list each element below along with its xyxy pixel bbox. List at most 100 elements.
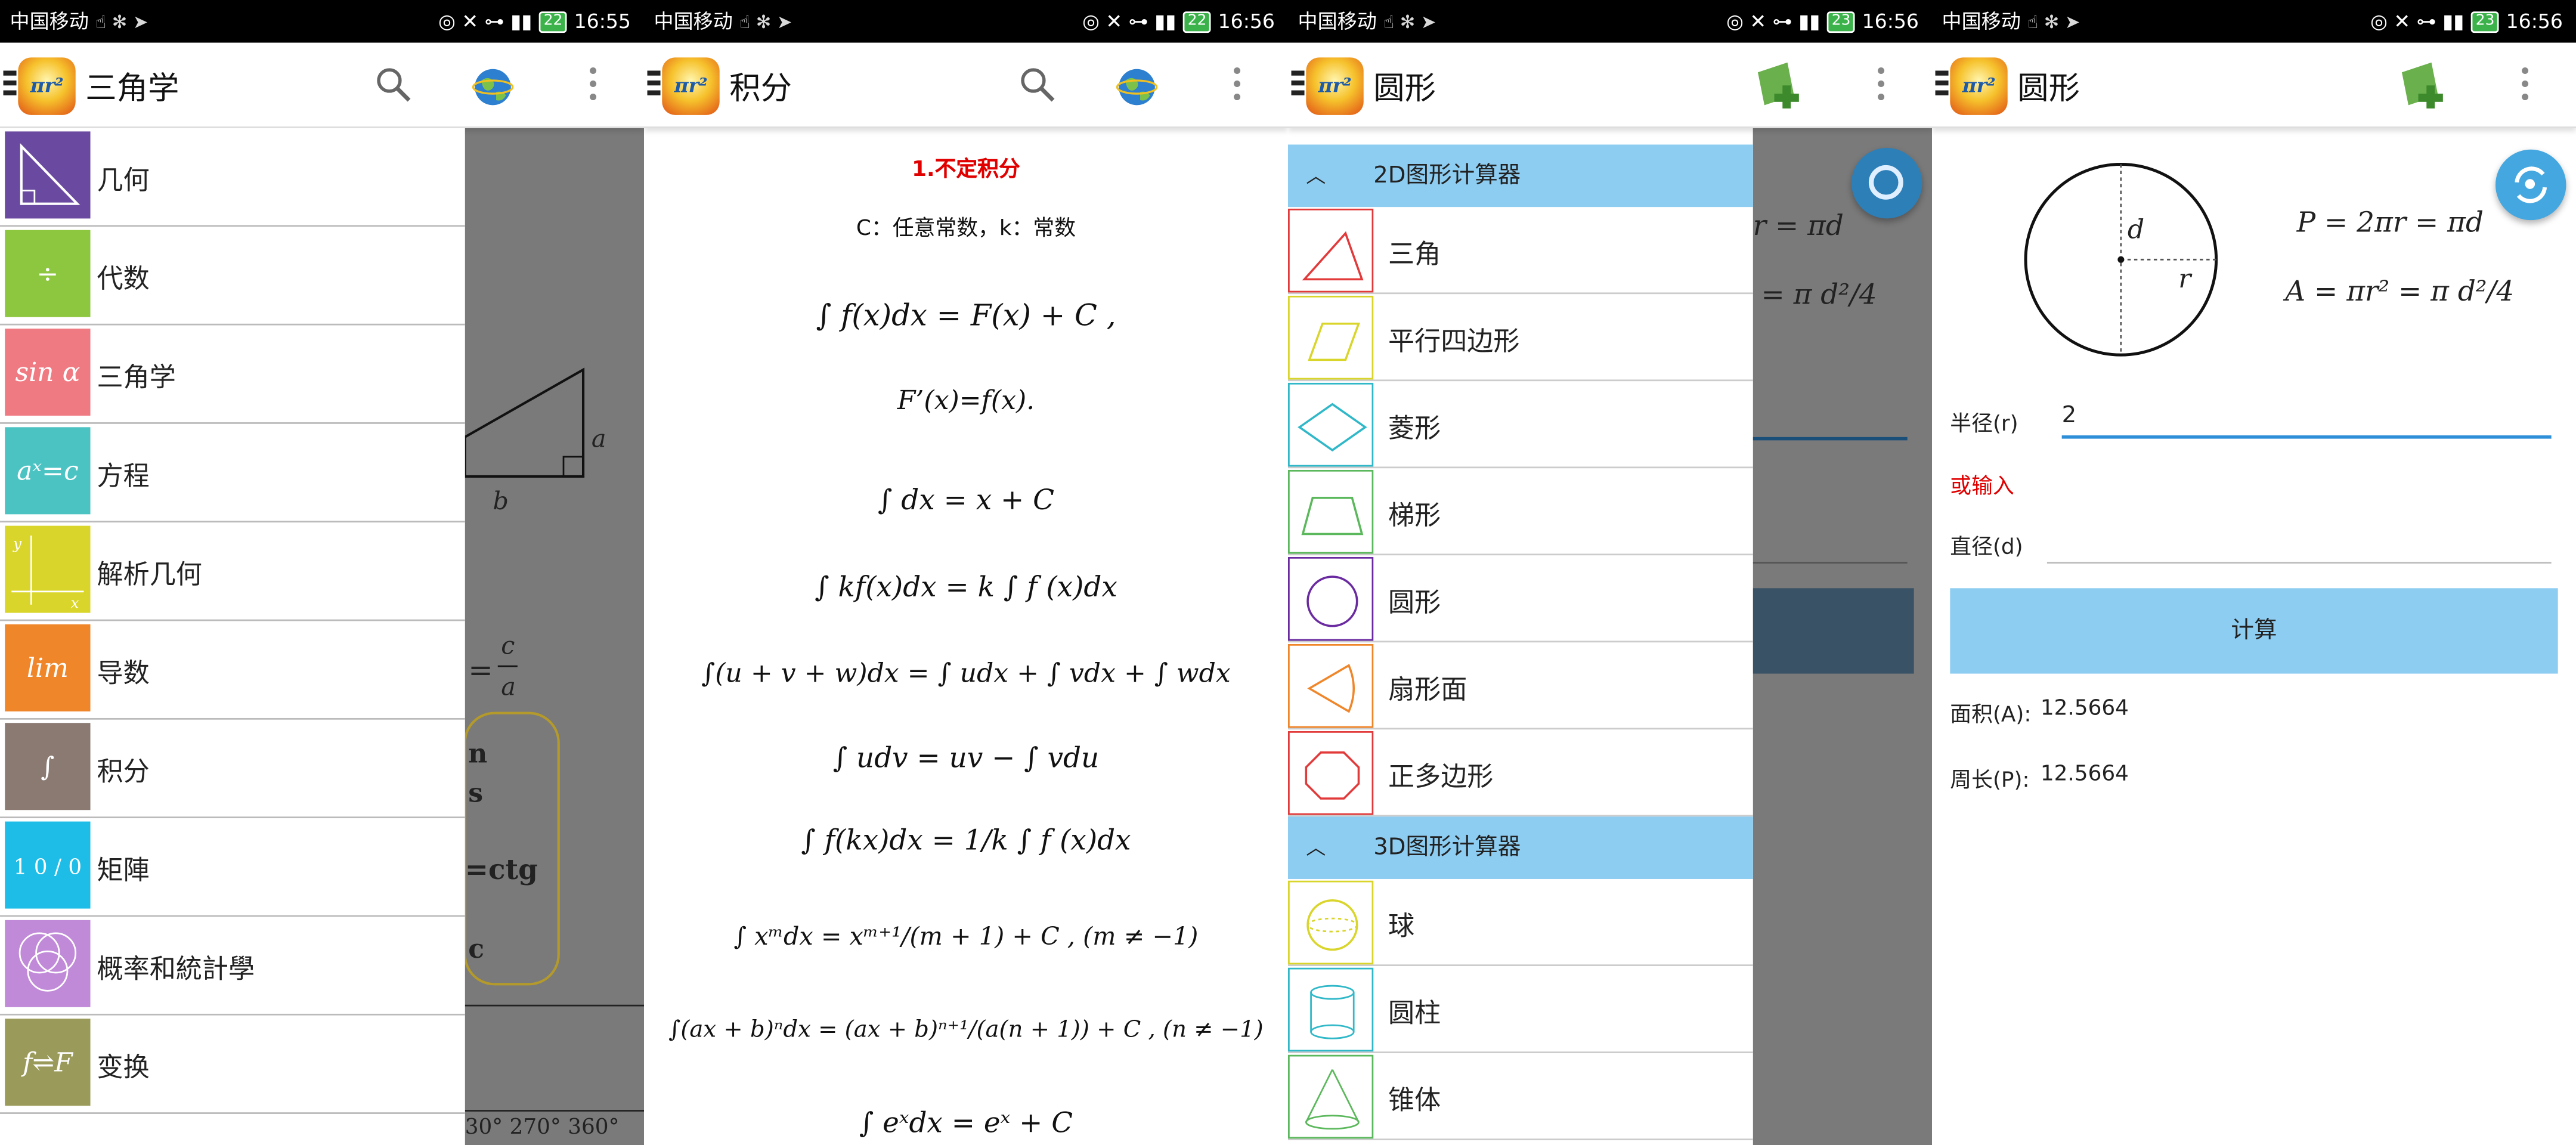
box-line-4: c bbox=[468, 933, 485, 965]
list-item[interactable]: 圆形 bbox=[1288, 555, 1753, 643]
search-icon[interactable] bbox=[374, 66, 414, 105]
svg-text:y: y bbox=[13, 535, 22, 552]
side-b: b bbox=[493, 486, 509, 516]
overflow-menu-icon[interactable] bbox=[1876, 67, 1886, 104]
bg-calc-button bbox=[1753, 588, 1914, 674]
screen-trigonometry: 中国移动 ☝ ✻ ➤ ◎ ✕ ⊶ ▮▮ 22 16:55 a b = c a n s … bbox=[0, 0, 644, 1145]
chevron-up-icon: ︿ bbox=[1306, 836, 1326, 859]
overflow-menu-icon[interactable] bbox=[1232, 67, 1242, 104]
sidebar-item[interactable]: aˣ=c 方程 bbox=[0, 424, 465, 523]
sidebar-item-label: 积分 bbox=[97, 756, 150, 787]
menu-icon[interactable] bbox=[1291, 70, 1305, 100]
app-logo[interactable]: πr² bbox=[18, 57, 76, 115]
sidebar-item[interactable]: y x 解析几何 bbox=[0, 522, 465, 621]
list-item[interactable]: 菱形 bbox=[1288, 381, 1753, 469]
refresh-button[interactable] bbox=[1851, 147, 1922, 219]
sidebar-item-icon: f⇌F bbox=[5, 1019, 91, 1106]
perimeter-formula: P = 2πr = πd bbox=[2296, 207, 2484, 240]
shape-list[interactable]: ︿ 2D图形计算器三角平行四边形菱形梯形圆形扇形面正多边形 ︿ 3D图形计算器球圆柱锥… bbox=[1288, 144, 1753, 1145]
list-item[interactable]: 平行四边形 bbox=[1288, 294, 1753, 382]
section-heading: 1.不定积分 bbox=[912, 157, 1020, 182]
sidebar-item[interactable]: lim 导数 bbox=[0, 621, 465, 720]
globe-icon[interactable] bbox=[1116, 66, 1159, 109]
box-line-1: n bbox=[468, 738, 488, 769]
box-line-2: s bbox=[468, 777, 484, 809]
overflow-menu-icon[interactable] bbox=[2520, 67, 2530, 104]
radius-input[interactable]: 2 bbox=[2061, 403, 2552, 439]
carrier: 中国移动 bbox=[10, 10, 89, 33]
list-item[interactable]: 圆柱 bbox=[1288, 966, 1753, 1054]
sidebar-item[interactable]: 1 0 / 0 1矩陣 bbox=[0, 818, 465, 971]
list-item-label: 扇形面 bbox=[1388, 673, 1467, 705]
formula: F’(x)=f(x). bbox=[897, 384, 1035, 416]
content-behind-drawer[interactable]: a b = c a n s =ctg c 30° 270° 360° bbox=[465, 128, 644, 1145]
list-item[interactable]: 梯形 bbox=[1288, 468, 1753, 556]
sidebar-item-label: 变换 bbox=[97, 1051, 150, 1083]
carrier: 中国移动 bbox=[1942, 10, 2021, 33]
formula-content[interactable]: 1.不定积分 C：任意常数，k：常数 ∫ f(x)dx = F(x) + C ,… bbox=[644, 128, 1288, 1145]
or-input-label: 或输入 bbox=[1950, 475, 2014, 500]
diameter-label: 直径(d) bbox=[1950, 536, 2023, 561]
degree-row: 30° 270° 360° bbox=[465, 1115, 620, 1141]
sidebar-item-label: 概率和統計學 bbox=[97, 952, 255, 985]
app-logo[interactable]: πr² bbox=[662, 57, 720, 115]
shape-icon bbox=[1288, 295, 1374, 380]
icon-glyph: ∫ bbox=[41, 751, 55, 782]
app-bar: πr² 积分 bbox=[644, 42, 1288, 128]
sidebar-item[interactable]: 几何 bbox=[0, 128, 465, 227]
sidebar-item-label: 解析几何 bbox=[97, 558, 202, 590]
list-group-header[interactable]: ︿ 3D图形计算器 bbox=[1288, 816, 1753, 879]
list-group-header[interactable]: ︿ 2D图形计算器 bbox=[1288, 144, 1753, 208]
figure-label-r: r bbox=[2178, 262, 2191, 295]
list-item[interactable]: 锥体 bbox=[1288, 1053, 1753, 1141]
perimeter-label: 周长(P): bbox=[1950, 769, 2030, 794]
sidebar-item[interactable]: 概率和統計學 bbox=[0, 917, 465, 1016]
menu-icon[interactable] bbox=[1935, 70, 1949, 100]
refresh-button[interactable] bbox=[2496, 149, 2566, 221]
screen-integrals: 中国移动 ☝ ✻ ➤ ◎ ✕ ⊶ ▮▮ 22 16:56 πr² 积分 1.不定积分 … bbox=[644, 0, 1288, 1145]
sidebar-item[interactable]: f⇌F 变换 bbox=[0, 1016, 465, 1114]
sidebar-item-label: 导数 bbox=[97, 657, 150, 689]
sidebar-item-label: 三角学 bbox=[97, 361, 176, 393]
list-item-label: 梯形 bbox=[1388, 499, 1441, 531]
search-icon[interactable] bbox=[1018, 66, 1058, 105]
group-label: 3D图形计算器 bbox=[1373, 834, 1521, 861]
list-item-label: 圆柱 bbox=[1388, 997, 1441, 1029]
list-item-label: 平行四边形 bbox=[1388, 325, 1520, 357]
list-item-label: 正多边形 bbox=[1388, 760, 1494, 792]
app-bar: πr² 圆形 bbox=[1931, 42, 2576, 128]
overflow-menu-icon[interactable] bbox=[588, 67, 598, 104]
list-item[interactable]: 三角 bbox=[1288, 207, 1753, 295]
add-shape-icon[interactable] bbox=[1754, 59, 1810, 112]
add-shape-icon[interactable] bbox=[2398, 59, 2454, 112]
calculate-button[interactable]: 计算 bbox=[1950, 588, 2558, 674]
page-title: 圆形 bbox=[1373, 70, 1436, 107]
diameter-input[interactable] bbox=[2046, 527, 2552, 564]
navigation-drawer: 几何 ÷ 代数 sin α 三角学 aˣ=c 方程 y x 解析几何 lim 导数 ∫ 积分 1 0 / 0… bbox=[0, 128, 465, 1145]
sidebar-item-label: 矩陣 bbox=[97, 854, 150, 886]
sidebar-item[interactable]: ∫ 积分 bbox=[0, 720, 465, 819]
list-item[interactable]: 扇形面 bbox=[1288, 642, 1753, 730]
app-logo[interactable]: πr² bbox=[1306, 57, 1364, 115]
list-item[interactable]: 球 bbox=[1288, 879, 1753, 966]
sidebar-item[interactable]: ÷ 代数 bbox=[0, 227, 465, 326]
chevron-up-icon: ︿ bbox=[1306, 164, 1326, 188]
side-a: a bbox=[591, 423, 606, 454]
menu-icon[interactable] bbox=[647, 70, 661, 100]
area-value: 12.5664 bbox=[2040, 697, 2129, 722]
sidebar-item[interactable]: sin α 三角学 bbox=[0, 326, 465, 424]
app-logo[interactable]: πr² bbox=[1950, 57, 2008, 115]
list-item[interactable]: 正多边形 bbox=[1288, 729, 1753, 817]
bg-formula-2: = π d²/4 bbox=[1761, 279, 1877, 312]
page-title: 积分 bbox=[729, 70, 792, 107]
group-label: 2D图形计算器 bbox=[1373, 162, 1521, 189]
sidebar-item-icon: sin α bbox=[5, 329, 91, 416]
globe-icon[interactable] bbox=[472, 66, 515, 109]
formula: ∫ f(kx)dx = 1/k ∫ f (x)dx bbox=[801, 825, 1131, 858]
status-bar: 中国移动 ☝ ✻ ➤ ◎ ✕ ⊶ ▮▮ 23 16:56 bbox=[1288, 0, 1932, 43]
sidebar-item-icon: lim bbox=[5, 624, 91, 711]
menu-icon[interactable] bbox=[3, 70, 17, 100]
refresh-icon bbox=[2515, 166, 2547, 203]
status-bar: 中国移动 ☝ ✻ ➤ ◎ ✕ ⊶ ▮▮ 22 16:55 bbox=[0, 0, 644, 43]
icon-glyph: f⇌F bbox=[22, 1046, 73, 1078]
